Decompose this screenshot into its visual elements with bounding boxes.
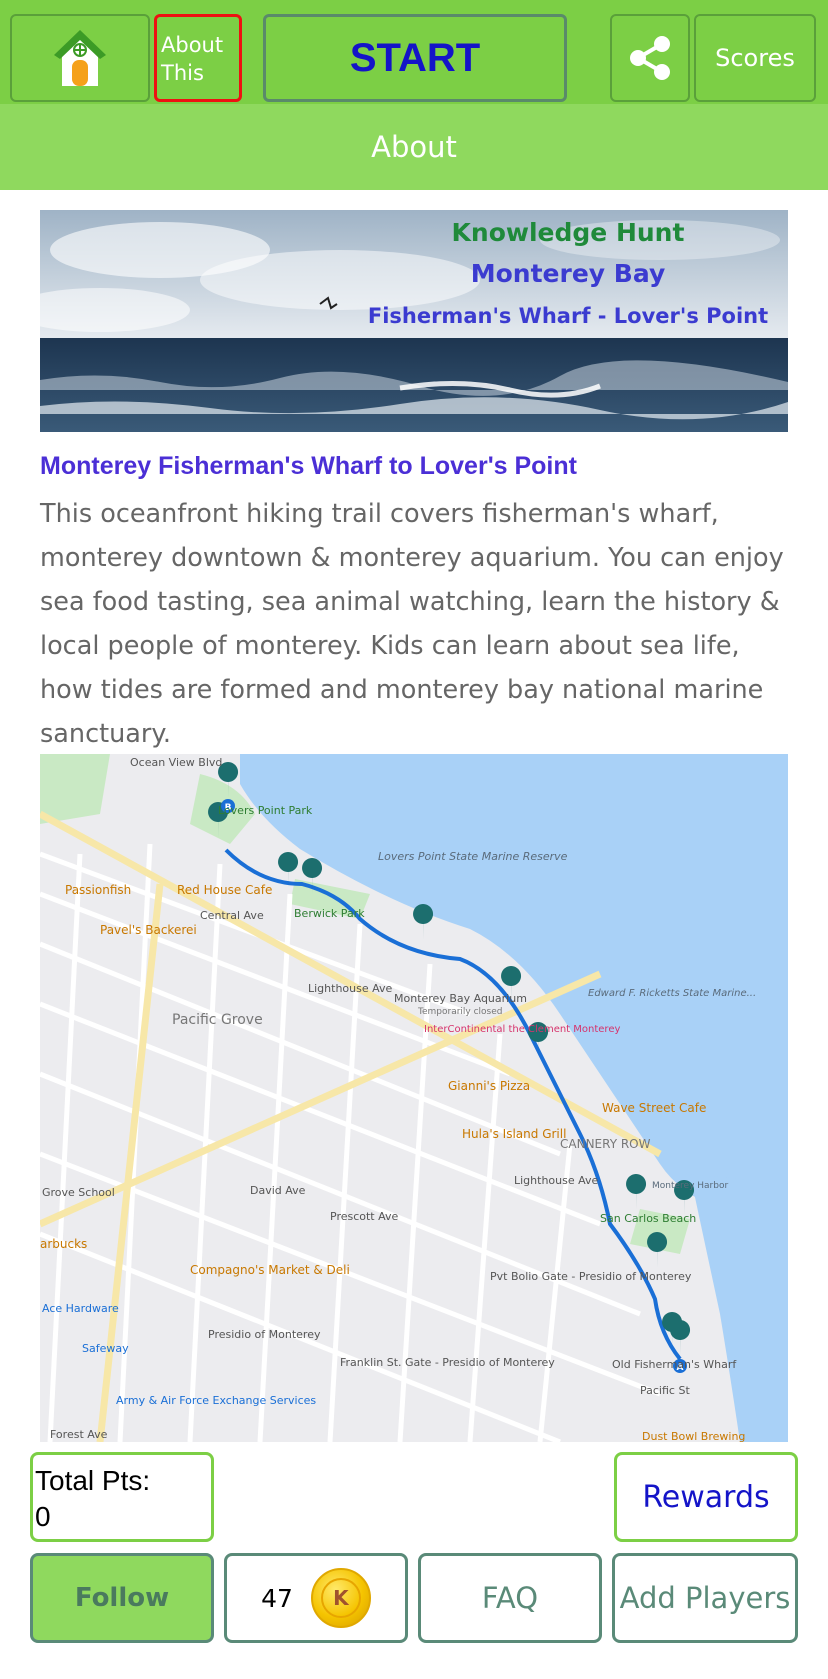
map-label-ace: Ace Hardware xyxy=(42,1302,119,1315)
total-points-value: 0 xyxy=(35,1501,51,1532)
page-title-bar: About xyxy=(0,104,828,190)
map-label-berwick-park: Berwick Park xyxy=(294,907,365,920)
map-label-giannis: Gianni's Pizza xyxy=(448,1079,530,1093)
map-label-old-wharf: Old Fisherman's Wharf xyxy=(612,1358,737,1371)
trail-title: Monterey Fisherman's Wharf to Lover's Po… xyxy=(40,452,577,480)
coin-icon: K xyxy=(310,1568,371,1628)
map-label-wave-street: Wave Street Cafe xyxy=(602,1101,706,1115)
map-label-david-ave: David Ave xyxy=(250,1184,306,1197)
map-label-presidio: Presidio of Monterey xyxy=(208,1328,321,1341)
trail-map[interactable]: B A Ocean View Blvd Lovers Point Park Lo… xyxy=(40,754,788,1442)
map-label-safeway: Safeway xyxy=(82,1342,129,1355)
start-button[interactable]: START xyxy=(263,14,567,102)
add-players-button[interactable]: Add Players xyxy=(612,1553,798,1643)
map-label-pacific-grove: Pacific Grove xyxy=(172,1012,263,1028)
map-label-forest-ave: Forest Ave xyxy=(50,1428,108,1441)
about-this-label-line2: This xyxy=(161,61,204,85)
follow-button[interactable]: Follow xyxy=(30,1553,214,1643)
map-label-lighthouse-ave: Lighthouse Ave xyxy=(308,982,393,995)
map-label-pacific-st: Pacific St xyxy=(640,1384,690,1397)
map-label-san-carlos: San Carlos Beach xyxy=(600,1212,696,1225)
banner-title-line2: Monterey Bay xyxy=(471,259,666,288)
map-label-hulas: Hula's Island Grill xyxy=(462,1127,566,1141)
map-label-lighthouse-ave2: Lighthouse Ave xyxy=(514,1174,599,1187)
map-label-intercontinental: InterContinental the Clement Monterey xyxy=(424,1024,620,1035)
coin-letter: K xyxy=(333,1586,349,1610)
map-label-starbucks: arbucks xyxy=(40,1237,87,1251)
map-label-grove-school: Grove School xyxy=(42,1186,115,1199)
map-label-passionfish: Passionfish xyxy=(65,883,131,897)
ocean-banner-image: Knowledge Hunt Monterey Bay Fisherman's … xyxy=(40,210,788,432)
banner-title-line3: Fisherman's Wharf - Lover's Point xyxy=(368,304,768,328)
share-button[interactable] xyxy=(610,14,690,102)
map-label-aquarium-sub: Temporarily closed xyxy=(417,1007,503,1017)
map-label-compagnos: Compagno's Market & Deli xyxy=(190,1263,350,1277)
home-button[interactable] xyxy=(10,14,150,102)
map-label-monterey-harbor: Monterey Harbor xyxy=(652,1181,728,1191)
map-label-central-ave: Central Ave xyxy=(200,909,264,922)
map-label-pvt-bolio: Pvt Bolio Gate - Presidio of Monterey xyxy=(490,1270,692,1283)
hero-banner: Knowledge Hunt Monterey Bay Fisherman's … xyxy=(40,210,788,432)
home-icon xyxy=(54,30,106,86)
map-label-lovers-point-park: Lovers Point Park xyxy=(218,804,313,817)
trail-map-image: B A Ocean View Blvd Lovers Point Park Lo… xyxy=(40,754,788,1442)
coin-count: 47 xyxy=(261,1583,293,1613)
map-label-dust-bowl: Dust Bowl Brewing xyxy=(642,1430,745,1442)
map-label-red-house-cafe: Red House Cafe xyxy=(177,883,272,897)
banner-title-line1: Knowledge Hunt xyxy=(452,218,685,247)
page-title: About xyxy=(371,130,457,164)
total-points-label: Total Pts: xyxy=(35,1465,151,1496)
about-this-label-line1: About xyxy=(161,33,224,57)
map-label-prescott-ave: Prescott Ave xyxy=(330,1210,399,1223)
map-label-pavels: Pavel's Backerei xyxy=(100,923,197,937)
map-label-ocean-view: Ocean View Blvd xyxy=(130,756,222,769)
share-icon xyxy=(630,36,670,80)
scores-button[interactable]: Scores xyxy=(694,14,816,102)
rewards-button[interactable]: Rewards xyxy=(614,1452,798,1542)
total-points-box: Total Pts: 0 xyxy=(30,1452,214,1542)
map-label-ed-ricketts: Edward F. Ricketts State Marine... xyxy=(588,988,756,999)
top-toolbar: About This START Scores xyxy=(0,0,828,104)
map-label-army: Army & Air Force Exchange Services xyxy=(116,1394,316,1407)
trail-description: This oceanfront hiking trail covers fish… xyxy=(40,499,784,749)
faq-button[interactable]: FAQ xyxy=(418,1553,602,1643)
about-this-button[interactable]: About This xyxy=(154,14,242,102)
coins-button[interactable]: 47 K xyxy=(224,1553,408,1643)
map-label-franklin: Franklin St. Gate - Presidio of Monterey xyxy=(340,1356,555,1369)
map-label-cannery-row: CANNERY ROW xyxy=(560,1137,651,1151)
map-label-lovers-point-reserve: Lovers Point State Marine Reserve xyxy=(378,850,568,863)
map-label-aquarium: Monterey Bay Aquarium xyxy=(394,992,527,1005)
